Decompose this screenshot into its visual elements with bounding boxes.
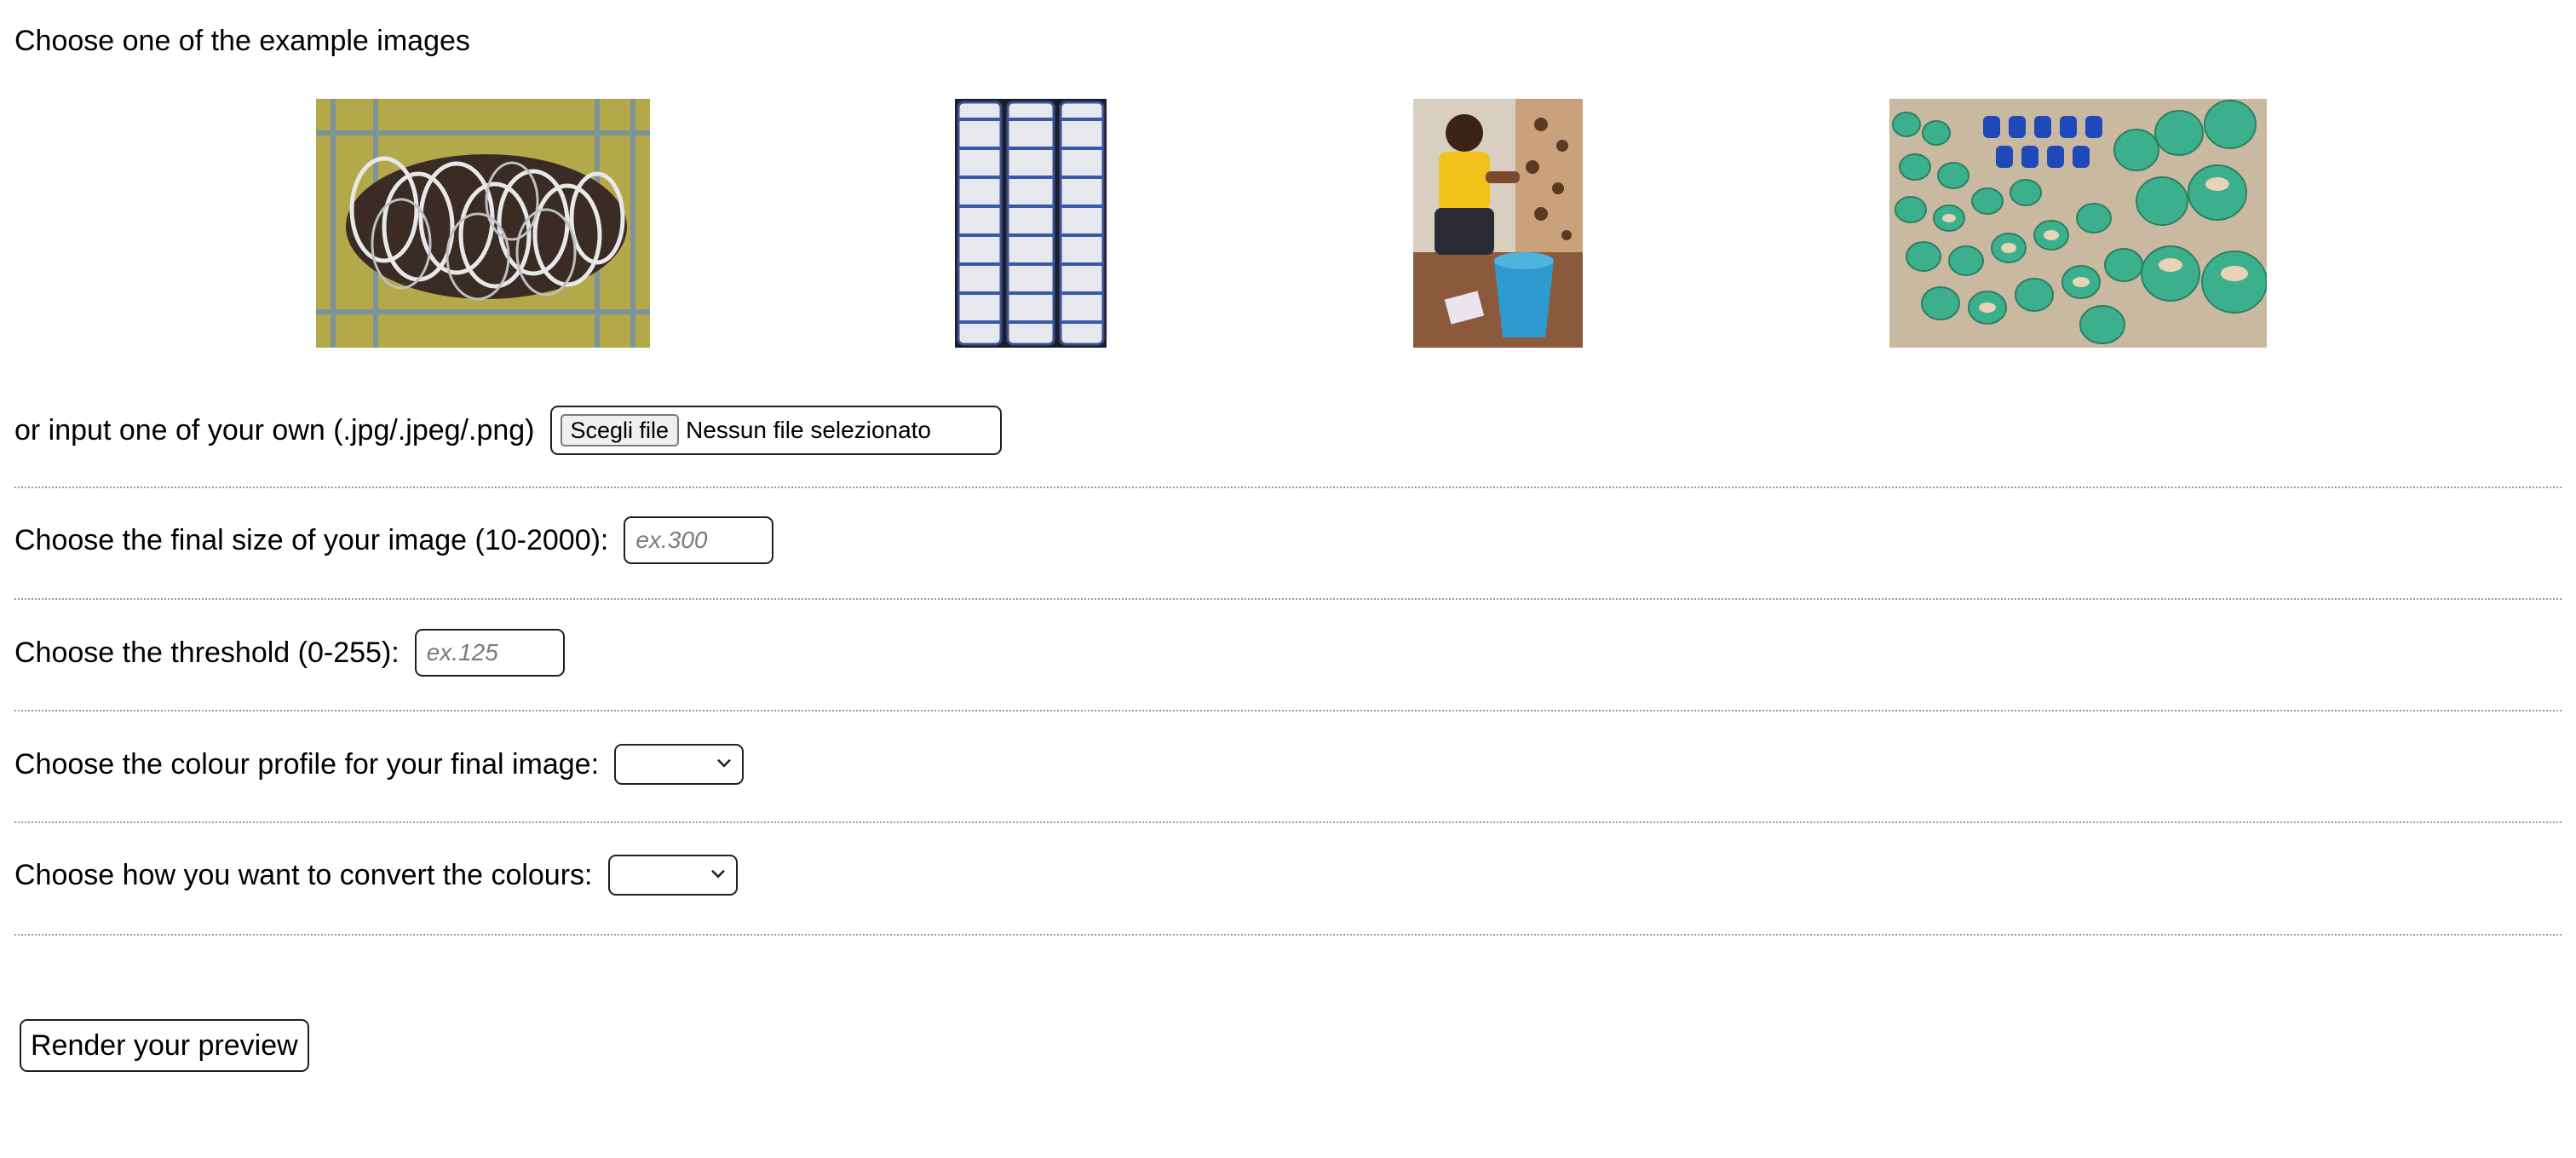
conversion-row: Choose how you want to convert the colou… — [14, 855, 2562, 896]
example-image-bracelets[interactable] — [316, 99, 650, 348]
divider — [14, 598, 2562, 600]
upload-label: or input one of your own (.jpg/.jpeg/.pn… — [14, 414, 535, 446]
potter-woman-photo-icon — [1413, 99, 1583, 348]
threshold-label: Choose the threshold (0-255): — [14, 637, 400, 669]
conversion-label: Choose how you want to convert the colou… — [14, 859, 593, 891]
render-preview-button[interactable]: Render your preview — [20, 1019, 309, 1072]
stacked-bowls-photo-icon — [955, 99, 1107, 348]
size-row: Choose the final size of your image (10-… — [14, 516, 2562, 564]
divider — [14, 487, 2562, 488]
divider — [14, 710, 2562, 712]
file-input[interactable]: Scegli file Nessun file selezionato — [549, 406, 1002, 455]
example-gallery — [0, 99, 2576, 348]
size-label: Choose the final size of your image (10-… — [14, 524, 609, 556]
conversion-select[interactable] — [607, 855, 738, 896]
colour-profile-select[interactable] — [614, 744, 745, 785]
example-image-potter[interactable] — [1413, 99, 1583, 348]
choose-file-button[interactable]: Scegli file — [560, 414, 680, 446]
example-image-bowls[interactable] — [955, 99, 1107, 348]
bracelets-photo-icon — [316, 99, 650, 348]
divider — [14, 821, 2562, 823]
colour-profile-label: Choose the colour profile for your final… — [14, 748, 600, 781]
size-input[interactable] — [624, 516, 774, 564]
example-image-pottery[interactable] — [1889, 99, 2267, 348]
green-pottery-photo-icon — [1889, 99, 2267, 348]
colour-profile-row: Choose the colour profile for your final… — [14, 744, 2562, 785]
divider — [14, 934, 2562, 936]
chevron-down-icon — [717, 758, 731, 768]
chevron-down-icon — [710, 869, 725, 879]
upload-row: or input one of your own (.jpg/.jpeg/.pn… — [14, 406, 2562, 455]
threshold-input[interactable] — [414, 629, 565, 677]
page-heading: Choose one of the example images — [14, 25, 470, 57]
file-status: Nessun file selezionato — [686, 417, 932, 443]
threshold-row: Choose the threshold (0-255): — [14, 629, 2562, 677]
